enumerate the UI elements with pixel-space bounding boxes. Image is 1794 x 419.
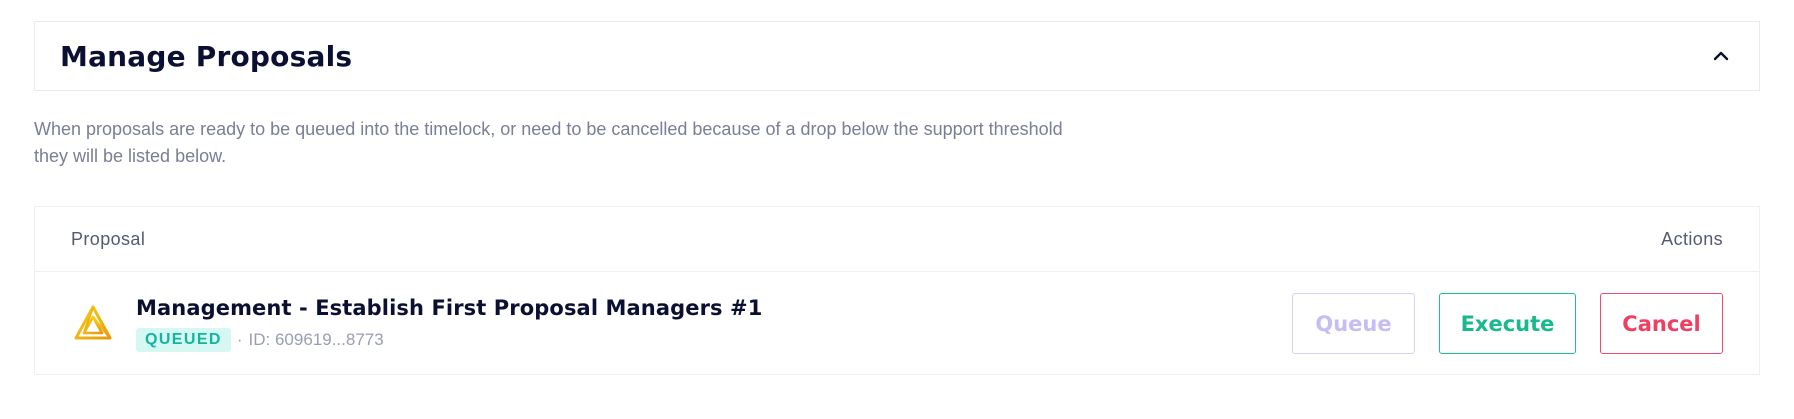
- table-row: Management - Establish First Proposal Ma…: [35, 272, 1759, 375]
- manage-proposals-header[interactable]: Manage Proposals: [34, 21, 1760, 91]
- description-text: When proposals are ready to be queued in…: [34, 119, 1063, 166]
- execute-button[interactable]: Execute: [1439, 293, 1576, 354]
- row-actions: Queue Execute Cancel: [1292, 293, 1723, 354]
- page-title: Manage Proposals: [60, 39, 353, 73]
- queue-button[interactable]: Queue: [1292, 293, 1415, 354]
- chevron-up-icon[interactable]: [1709, 44, 1733, 68]
- table-header: Proposal Actions: [35, 207, 1759, 272]
- triangle-logo-icon: [71, 302, 115, 346]
- proposal-title[interactable]: Management - Establish First Proposal Ma…: [136, 296, 1292, 320]
- proposal-info: Management - Establish First Proposal Ma…: [136, 296, 1292, 352]
- status-badge: QUEUED: [136, 327, 231, 352]
- column-header-proposal: Proposal: [71, 228, 146, 249]
- column-header-actions: Actions: [1661, 228, 1723, 249]
- proposal-id: ID: 609619...8773: [248, 329, 384, 349]
- proposals-table: Proposal Actions Management - Establish …: [34, 206, 1760, 375]
- cancel-button[interactable]: Cancel: [1600, 293, 1723, 354]
- meta-separator: ·: [236, 329, 243, 349]
- proposal-meta: QUEUED · ID: 609619...8773: [136, 327, 1292, 352]
